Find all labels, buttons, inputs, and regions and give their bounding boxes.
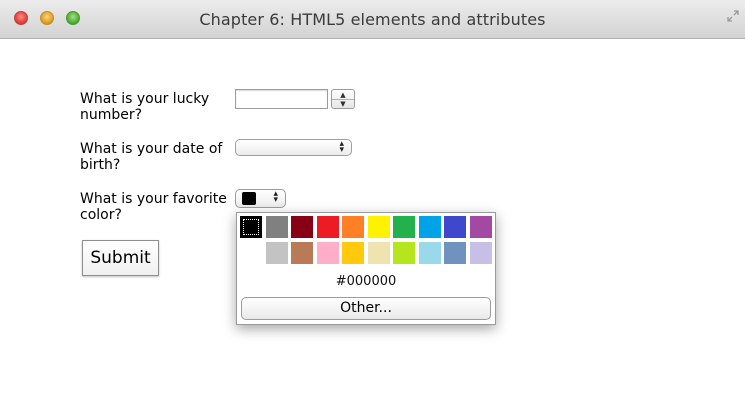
chevron-updown-icon: ▴ ▾	[273, 189, 278, 205]
hex-readout: #000000	[335, 274, 397, 289]
color-swatch-option[interactable]	[316, 216, 339, 238]
color-swatch-option[interactable]	[291, 242, 313, 264]
date-of-birth-label: What is your date of birth?	[80, 141, 223, 173]
color-swatch-option[interactable]	[469, 216, 492, 238]
color-picker-popup: #000000 Other...	[236, 212, 496, 325]
color-swatch-option[interactable]	[265, 216, 288, 238]
color-swatch-option[interactable]	[444, 216, 466, 238]
color-swatch-option[interactable]	[393, 216, 415, 238]
color-swatch-option[interactable]	[265, 242, 288, 264]
lucky-number-input[interactable]	[235, 89, 328, 109]
color-swatch-option[interactable]	[316, 242, 339, 264]
window-title: Chapter 6: HTML5 elements and attributes	[199, 10, 546, 29]
color-swatch-option[interactable]	[240, 216, 262, 238]
date-of-birth-field[interactable]: ▴ ▾	[235, 139, 352, 156]
color-swatch-option[interactable]	[367, 242, 390, 264]
chevron-updown-icon: ▴ ▾	[339, 139, 344, 155]
favorite-color-input[interactable]: ▴ ▾	[235, 189, 286, 208]
submit-button[interactable]: Submit	[82, 240, 159, 276]
lucky-number-stepper[interactable]: ▲ ▼	[331, 89, 355, 109]
color-swatch-option[interactable]	[418, 216, 441, 238]
title-bar: Chapter 6: HTML5 elements and attributes	[0, 0, 745, 39]
color-swatch	[242, 192, 256, 205]
favorite-color-label: What is your favorite color?	[80, 191, 227, 223]
color-swatch-option[interactable]	[469, 242, 492, 264]
color-swatch-option[interactable]	[342, 216, 364, 238]
color-swatch-option[interactable]	[367, 216, 390, 238]
color-swatch-option[interactable]	[240, 242, 262, 264]
fullscreen-icon[interactable]	[727, 10, 739, 22]
color-swatch-option[interactable]	[418, 242, 441, 264]
other-color-button[interactable]: Other...	[241, 297, 491, 320]
stepper-down-icon[interactable]: ▼	[332, 100, 354, 108]
color-swatch-option[interactable]	[291, 216, 313, 238]
browser-window: Chapter 6: HTML5 elements and attributes…	[0, 0, 745, 397]
color-swatch-option[interactable]	[393, 242, 415, 264]
color-swatch-option[interactable]	[444, 242, 466, 264]
color-swatch-option[interactable]	[342, 242, 364, 264]
stepper-up-icon[interactable]: ▲	[332, 91, 354, 99]
lucky-number-label: What is your lucky number?	[80, 91, 210, 123]
